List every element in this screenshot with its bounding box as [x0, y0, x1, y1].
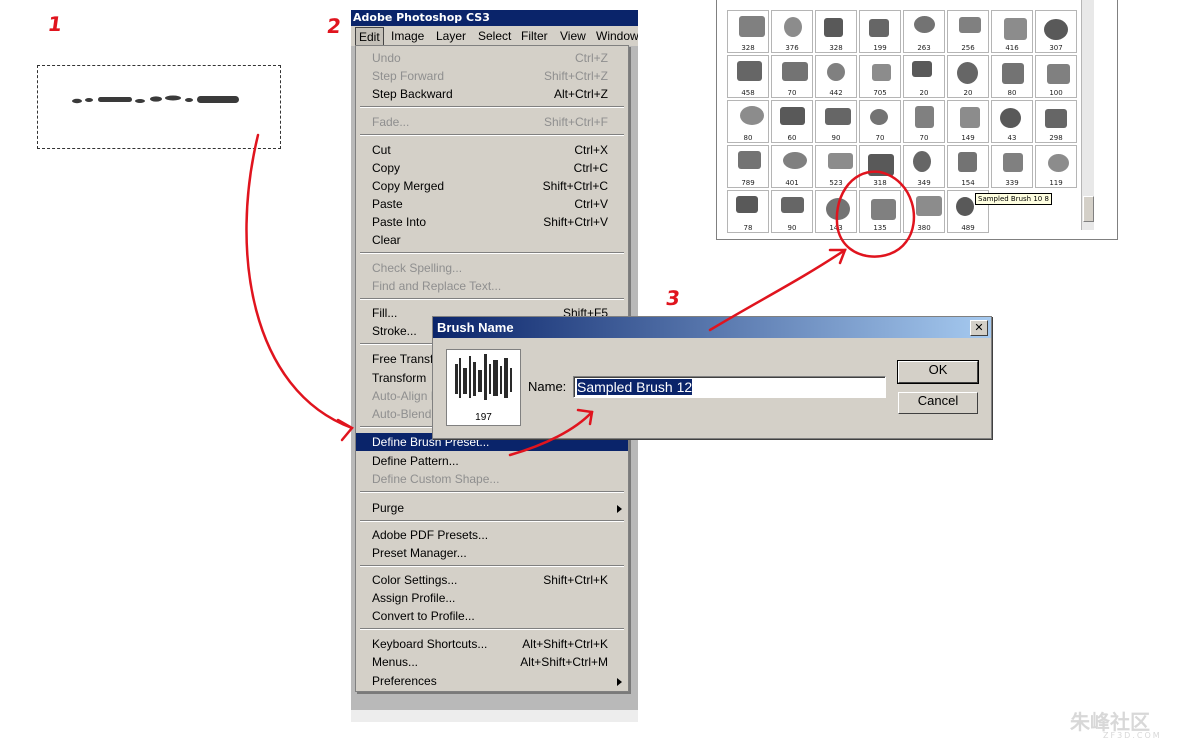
arrow-1-to-2	[245, 133, 354, 430]
watermark-sub: ZF3D.COM	[1103, 731, 1162, 740]
annotation-arrows	[245, 133, 916, 457]
arrow-dialog-to-panel	[708, 248, 847, 332]
circle-new-brush	[835, 170, 916, 258]
arrow-menu-to-dialog	[508, 410, 594, 457]
